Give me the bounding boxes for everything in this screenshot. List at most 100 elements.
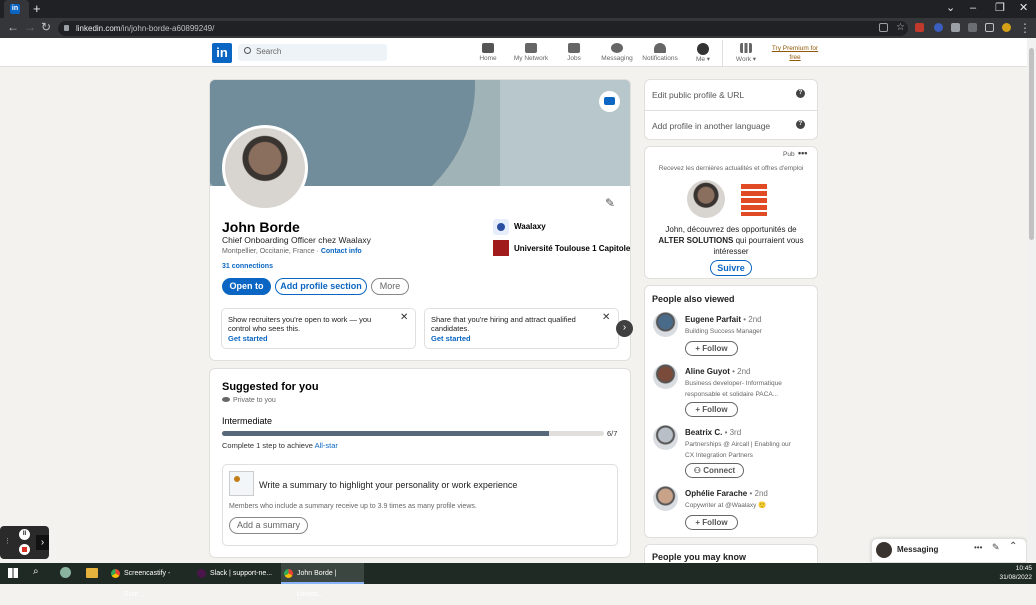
university-logo [493, 240, 509, 256]
pencil-icon[interactable]: ✎ [605, 196, 615, 210]
alter-solutions-logo [741, 184, 767, 216]
extension-screencastify-icon[interactable] [915, 23, 924, 32]
person-headline: Copywriter at @Waalaxy 🙂 [685, 502, 767, 509]
try-premium-link[interactable]: Try Premium for free [768, 44, 822, 62]
ad-label: Pub [783, 151, 795, 158]
follow-button[interactable]: + Follow [685, 515, 738, 530]
nav-jobs[interactable]: Jobs [551, 41, 597, 65]
folder-icon[interactable] [86, 568, 98, 578]
close-icon[interactable]: ✕ [400, 312, 408, 323]
nav-work[interactable]: Work ▾ [723, 41, 769, 65]
app-icon[interactable] [60, 567, 71, 578]
get-started-link[interactable]: Get started [431, 334, 471, 343]
windows-start-icon[interactable] [8, 568, 18, 578]
avatar[interactable] [653, 425, 678, 450]
profile-photo[interactable] [222, 125, 308, 211]
avatar [687, 180, 725, 218]
more-button[interactable]: More [371, 278, 409, 295]
close-icon[interactable]: ✕ [602, 312, 610, 323]
reading-list-icon[interactable] [968, 23, 977, 32]
follow-button[interactable]: + Follow [685, 402, 738, 417]
add-summary-button[interactable]: Add a summary [229, 517, 308, 534]
restore-icon[interactable]: ❐ [995, 1, 1005, 15]
chevron-down-icon[interactable]: ⌄ [946, 1, 955, 15]
person-name[interactable]: Beatrix C. • 3rd [685, 428, 741, 437]
person-name[interactable]: Aline Guyot • 2nd [685, 367, 750, 376]
extension-globe-icon[interactable] [934, 23, 943, 32]
puzzle-icon[interactable] [951, 23, 960, 32]
camera-icon [604, 97, 615, 105]
nav-messaging[interactable]: Messaging [594, 41, 640, 65]
add-language-link[interactable]: Add profile in another language [652, 121, 770, 131]
carousel-next-button[interactable]: › [616, 320, 633, 337]
people-you-may-know-title: People you may know [652, 552, 747, 562]
drag-handle-icon[interactable]: ⋮ [4, 537, 11, 547]
person-headline: Business developer- Informatique respons… [685, 380, 782, 398]
avatar-icon [697, 43, 709, 55]
more-options-icon[interactable]: ••• [974, 543, 982, 552]
nav-home[interactable]: Home [465, 41, 511, 65]
avatar[interactable] [653, 364, 678, 389]
help-icon[interactable]: ? [796, 120, 805, 129]
new-tab-icon[interactable]: + [33, 2, 41, 16]
all-star-link[interactable]: All-star [315, 441, 338, 450]
search-icon[interactable]: ⌕ [33, 566, 39, 577]
star-icon[interactable]: ☆ [896, 23, 905, 33]
open-to-button[interactable]: Open to [222, 278, 271, 295]
linkedin-icon: in [10, 4, 20, 14]
person-name[interactable]: Ophélie Farache • 2nd [685, 489, 768, 498]
more-options-icon[interactable]: ••• [798, 148, 807, 158]
expand-icon[interactable]: › [36, 535, 49, 550]
help-icon[interactable]: ? [796, 89, 805, 98]
add-profile-section-button[interactable]: Add profile section [275, 278, 367, 295]
share-icon[interactable] [879, 23, 888, 32]
url-text[interactable]: linkedin.com/in/john-borde-a60899249/ [76, 22, 214, 35]
close-icon[interactable]: ✕ [1019, 1, 1028, 15]
avatar[interactable] [653, 312, 678, 337]
linkedin-logo[interactable]: in [212, 43, 232, 63]
profile-strength-bar [222, 431, 604, 436]
pause-icon[interactable]: II [19, 529, 30, 540]
step-text: Complete 1 step to achieve All-star [222, 441, 338, 450]
connect-button[interactable]: ⚇ Connect [685, 463, 744, 478]
nav-my-network[interactable]: My Network [508, 41, 554, 65]
ad-text: John, découvrez des opportunités de ALTE… [658, 225, 804, 256]
edit-banner-button[interactable] [599, 91, 620, 112]
scrollbar-thumb[interactable] [1029, 48, 1034, 240]
get-started-link[interactable]: Get started [228, 334, 268, 343]
clock[interactable]: 10:45 31/08/2022 [994, 564, 1032, 582]
stop-recording-icon[interactable] [19, 544, 30, 555]
person-headline: Partnerships @ Aircall | Enabling our CX… [685, 441, 791, 459]
promo-text: Show recruiters you're open to work — yo… [228, 315, 372, 333]
kebab-menu-icon[interactable]: ⋮ [1019, 21, 1031, 36]
compose-icon[interactable]: ✎ [992, 542, 1000, 553]
follow-company-button[interactable]: Suivre [710, 260, 752, 276]
follow-button[interactable]: + Follow [685, 341, 738, 356]
connections-link[interactable]: 31 connections [222, 263, 273, 270]
forward-icon[interactable]: → [24, 20, 36, 35]
add-person-icon: ⚇ [693, 466, 704, 475]
messaging-dock[interactable] [871, 538, 1027, 563]
nav-me[interactable]: Me ▾ [680, 41, 726, 65]
sidebar-icon[interactable] [985, 23, 994, 32]
taskbar-app-linkedin[interactable]: John Borde | Linked... [281, 563, 364, 598]
minimize-icon[interactable]: – [970, 1, 976, 15]
current-company[interactable]: Waalaxy [514, 222, 546, 231]
taskbar-app-slack[interactable]: Slack | support-ne... [194, 563, 277, 584]
people-icon [525, 43, 537, 53]
edit-public-profile-link[interactable]: Edit public profile & URL [652, 90, 744, 100]
private-note: Private to you [222, 397, 276, 404]
back-icon[interactable]: ← [7, 20, 19, 35]
contact-info-link[interactable]: Contact info [321, 248, 362, 255]
nav-notifications[interactable]: Notifications [637, 41, 683, 65]
promo-text: Share that you're hiring and attract qua… [431, 315, 576, 333]
progress-count: 6/7 [607, 429, 618, 438]
profile-avatar-icon[interactable] [1002, 23, 1011, 32]
reload-icon[interactable]: ↻ [41, 20, 51, 35]
avatar[interactable] [653, 486, 678, 511]
person-name[interactable]: Eugene Parfait • 2nd [685, 315, 762, 324]
education-school[interactable]: Université Toulouse 1 Capitole [514, 244, 630, 253]
search-input[interactable]: Search [238, 44, 387, 61]
chevron-up-icon[interactable]: ⌃ [1009, 541, 1017, 552]
taskbar-app-screencastify[interactable]: Screencastify - Scre... [108, 563, 191, 598]
